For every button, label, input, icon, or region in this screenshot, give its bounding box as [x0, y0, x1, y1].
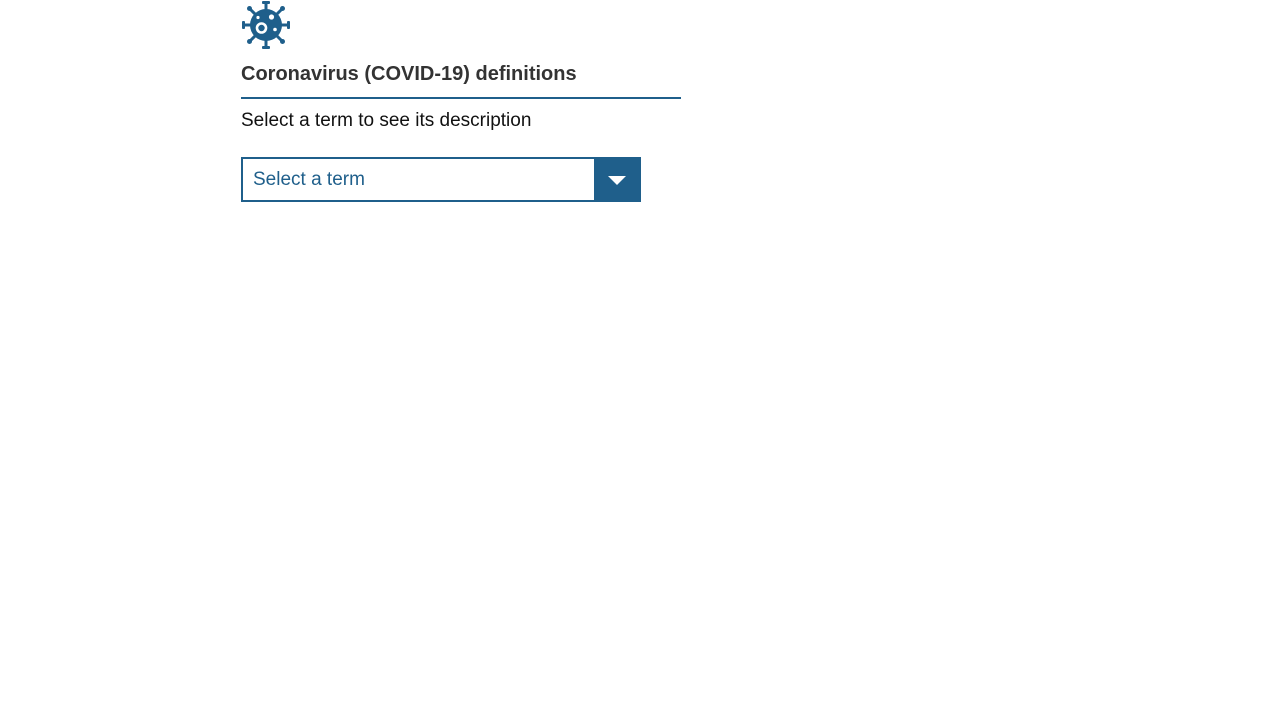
- chevron-down-icon: [607, 175, 626, 185]
- page-title: Coronavirus (COVID-19) definitions: [241, 60, 681, 99]
- instruction-text: Select a term to see its description: [241, 110, 532, 131]
- covid-definitions-widget: Coronavirus (COVID-19) definitions Selec…: [241, 0, 681, 202]
- term-select-value: Select a term: [253, 169, 365, 190]
- virus-icon: [242, 1, 290, 49]
- term-select[interactable]: Select a term: [241, 157, 641, 202]
- dropdown-toggle-button[interactable]: [594, 159, 639, 200]
